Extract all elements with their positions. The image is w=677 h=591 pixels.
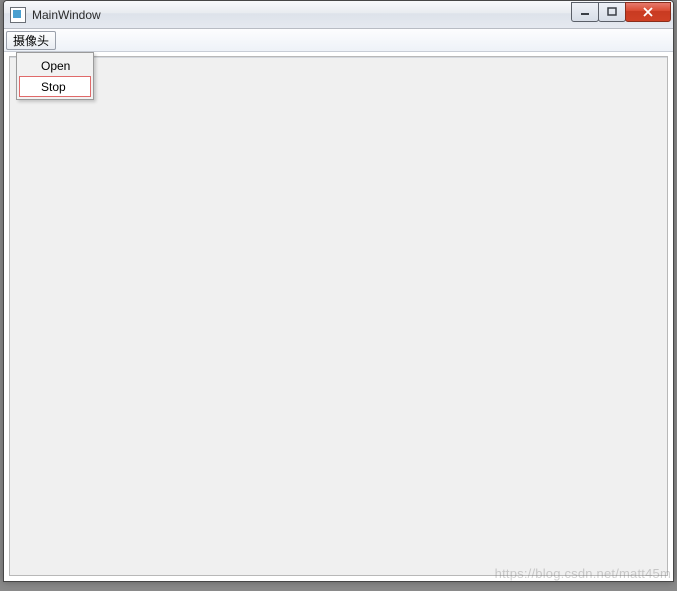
main-window: MainWindow 摄像头 Open Stop xyxy=(3,0,674,582)
menu-item-stop[interactable]: Stop xyxy=(19,76,91,97)
titlebar[interactable]: MainWindow xyxy=(4,1,673,29)
maximize-button[interactable] xyxy=(598,2,626,22)
minimize-button[interactable] xyxy=(571,2,599,22)
camera-dropdown: Open Stop xyxy=(16,52,94,100)
menu-item-open[interactable]: Open xyxy=(19,55,91,76)
divider xyxy=(10,57,667,58)
window-title: MainWindow xyxy=(32,8,572,22)
client-area xyxy=(9,56,668,576)
menu-camera[interactable]: 摄像头 xyxy=(6,31,56,50)
app-icon xyxy=(10,7,26,23)
menubar: 摄像头 xyxy=(4,29,673,52)
close-button[interactable] xyxy=(625,2,671,22)
window-controls xyxy=(572,2,671,22)
